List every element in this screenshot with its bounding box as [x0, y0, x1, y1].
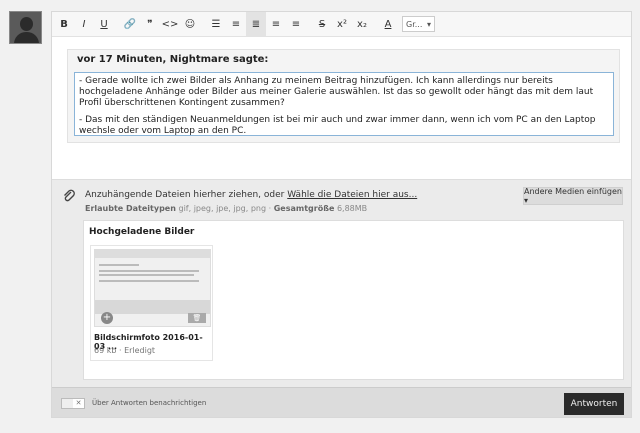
chevron-down-icon: ▾ [426, 19, 431, 29]
total-size-value: 6,88MB [336, 204, 368, 213]
quote-icon[interactable]: ❞ [140, 12, 160, 36]
paperclip-icon-svg [64, 189, 75, 202]
avatar-body [14, 32, 39, 43]
notify-toggle[interactable]: ✕ [61, 398, 85, 409]
editor-toolbar: B I U 🔗 ❞ <> ☺ ☰ ≡ ≣ ≡ ≡ S x² x₂ A Gr...… [52, 12, 631, 37]
insert-image-icon[interactable]: + [101, 312, 113, 324]
insert-other-media-button[interactable]: Andere Medien einfügen ▾ [523, 187, 623, 205]
reply-editor: B I U 🔗 ❞ <> ☺ ☰ ≡ ≣ ≡ ≡ S x² x₂ A Gr...… [51, 11, 632, 418]
uploaded-image-card[interactable]: + 🗑 Bildschirmfoto 2016-01-03 ... 69 kb … [90, 245, 213, 361]
italic-button[interactable]: I [74, 12, 94, 36]
attach-instructions: Anzuhängende Dateien hierher ziehen, ode… [85, 190, 417, 200]
allowed-types-label: Erlaubte Dateitypen [85, 204, 176, 213]
uploaded-images-panel: Hochgeladene Bilder + 🗑 Bildschirmfoto 2… [83, 220, 624, 380]
meta-separator: · [268, 204, 272, 213]
strikethrough-button[interactable]: S [312, 12, 332, 36]
quote-block: vor 17 Minuten, Nightmare sagte: - Gerad… [67, 49, 620, 143]
link-icon[interactable]: 🔗 [120, 12, 140, 36]
image-thumbnail[interactable]: + 🗑 [94, 249, 211, 327]
attachment-area[interactable]: Anzuhängende Dateien hierher ziehen, ode… [52, 179, 631, 387]
notify-label: Über Antworten benachrichtigen [92, 399, 207, 407]
trash-icon[interactable]: 🗑 [188, 313, 206, 323]
bullet-list-icon[interactable]: ☰ [206, 12, 226, 36]
attach-meta: Erlaubte Dateitypen gif, jpeg, jpe, jpg,… [85, 204, 367, 213]
quote-paragraph-2: - Das mit den ständigen Neuanmeldungen i… [79, 115, 596, 136]
font-select[interactable]: Gr... ▾ [402, 16, 435, 32]
subscript-button[interactable]: x₂ [352, 12, 372, 36]
numbered-list-icon[interactable]: ≡ [226, 12, 246, 36]
quote-paragraph-1: - Gerade wollte ich zwei Bilder als Anha… [79, 76, 594, 108]
attach-instructions-text: Anzuhängende Dateien hierher ziehen, ode… [85, 190, 288, 200]
bold-button[interactable]: B [54, 12, 74, 36]
text-color-button[interactable]: A [378, 12, 398, 36]
quote-text-area[interactable]: - Gerade wollte ich zwei Bilder als Anha… [74, 72, 614, 136]
font-select-value: Gr... [406, 19, 423, 29]
avatar-head [20, 17, 33, 31]
choose-files-link[interactable]: Wähle die Dateien hier aus... [287, 190, 417, 200]
align-left-icon[interactable]: ≣ [246, 12, 266, 36]
uploaded-images-title: Hochgeladene Bilder [89, 227, 195, 237]
superscript-button[interactable]: x² [332, 12, 352, 36]
emoji-icon[interactable]: ☺ [180, 12, 200, 36]
align-center-icon[interactable]: ≡ [266, 12, 286, 36]
paperclip-icon [62, 189, 76, 203]
editor-footer: ✕ Über Antworten benachrichtigen Antwort… [52, 387, 631, 417]
avatar [9, 11, 42, 44]
allowed-types-value: gif, jpeg, jpe, jpg, png [178, 204, 267, 213]
quote-header: vor 17 Minuten, Nightmare sagte: [77, 54, 269, 65]
close-icon: ✕ [75, 399, 82, 407]
reply-button[interactable]: Antworten [564, 393, 624, 415]
code-icon[interactable]: <> [160, 12, 180, 36]
align-right-icon[interactable]: ≡ [286, 12, 306, 36]
image-file-info: 69 kb · Erledigt [94, 346, 156, 355]
underline-button[interactable]: U [94, 12, 114, 36]
total-size-label: Gesamtgröße [273, 204, 335, 213]
